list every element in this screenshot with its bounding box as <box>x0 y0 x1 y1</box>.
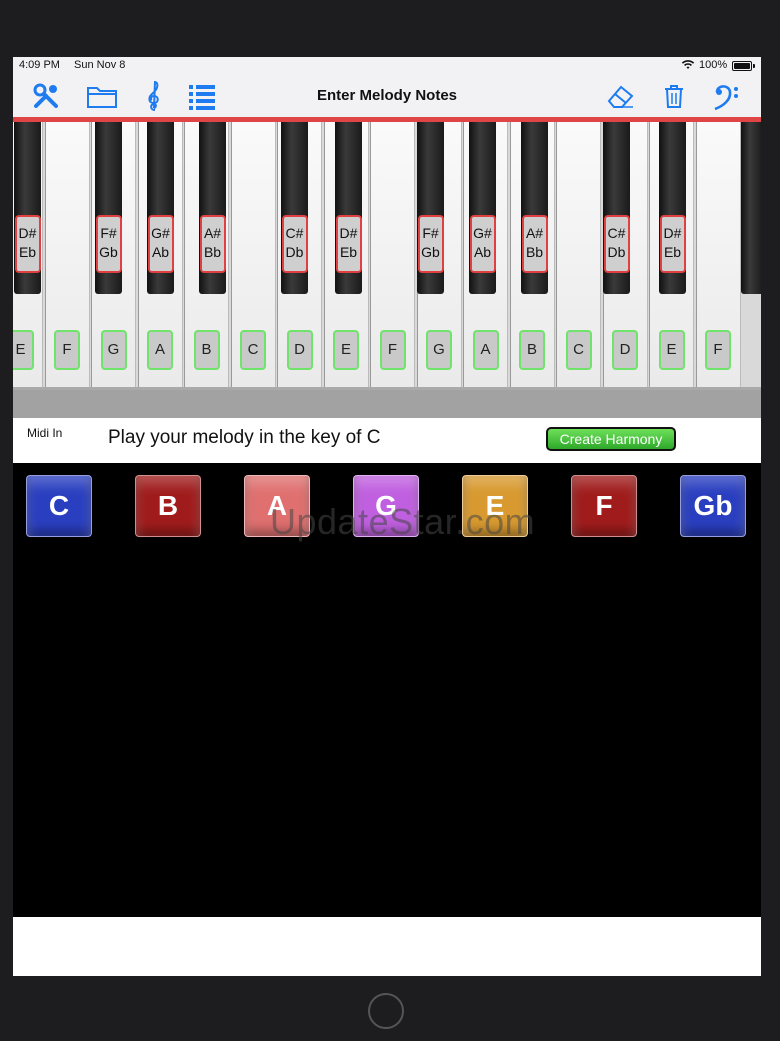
black-key-label: D# Eb <box>659 215 686 273</box>
page-title: Enter Melody Notes <box>316 87 458 104</box>
sharp-name: D# <box>18 225 37 241</box>
white-key[interactable]: F <box>44 122 90 387</box>
sharp-name: A# <box>203 225 222 241</box>
sharp-name: F# <box>422 225 439 241</box>
chord-button[interactable]: B <box>135 475 201 537</box>
flat-name: Db <box>285 244 304 260</box>
wifi-icon <box>681 59 695 73</box>
piano-base <box>13 390 761 418</box>
sharp-name: A# <box>525 225 544 241</box>
flat-name: Eb <box>18 244 37 260</box>
flat-name: Gb <box>421 244 440 260</box>
status-date: Sun Nov 8 <box>74 59 126 71</box>
sharp-name: G# <box>473 225 492 241</box>
flat-name: Eb <box>339 244 358 260</box>
battery-icon <box>732 61 755 71</box>
flat-name: Db <box>607 244 626 260</box>
black-key-label: G# Ab <box>469 215 496 273</box>
white-key-label: A <box>147 330 173 370</box>
white-key-label: A <box>472 330 499 370</box>
chord-button[interactable]: E <box>462 475 528 537</box>
black-key[interactable]: F# Gb <box>417 122 444 294</box>
black-key[interactable]: C# Db <box>281 122 308 294</box>
black-key[interactable]: G# Ab <box>469 122 496 294</box>
status-bar: 4:09 PM Sun Nov 8 100% <box>13 57 761 75</box>
sharp-name: F# <box>100 225 117 241</box>
sharp-name: C# <box>607 225 626 241</box>
black-key[interactable]: A# Bb <box>521 122 548 294</box>
flat-name: Bb <box>525 244 544 260</box>
white-key-label: E <box>13 330 34 370</box>
black-key[interactable]: F# Gb <box>95 122 122 294</box>
white-key-label: D <box>286 330 313 370</box>
bottom-panel <box>13 917 761 976</box>
white-key-label: B <box>193 330 220 370</box>
black-key[interactable]: G# Ab <box>147 122 174 294</box>
flat-name: Ab <box>151 244 170 260</box>
black-key[interactable]: A# Bb <box>199 122 226 294</box>
black-key[interactable]: C# Db <box>603 122 630 294</box>
chord-button[interactable]: A <box>244 475 310 537</box>
sharp-name: D# <box>339 225 358 241</box>
sharp-name: C# <box>285 225 304 241</box>
chord-button[interactable]: Gb <box>680 475 746 537</box>
key-prompt: Play your melody in the key of C <box>108 427 381 448</box>
black-key-label: D# Eb <box>335 215 362 273</box>
app-screen: 4:09 PM Sun Nov 8 100% Enter Melody Note… <box>13 57 761 976</box>
black-key[interactable]: D# Eb <box>659 122 686 294</box>
piano-keyboard: EFGABCDEFGABCDEF D# Eb F# Gb G# Ab A# Bb C# Db D# E… <box>13 122 761 390</box>
midi-in-label: Midi In <box>27 426 63 440</box>
chord-button[interactable]: G <box>353 475 419 537</box>
black-key[interactable]: D# Eb <box>14 122 41 294</box>
flat-name: Bb <box>203 244 222 260</box>
eraser-icon[interactable] <box>603 80 637 112</box>
sharp-name: D# <box>663 225 682 241</box>
white-key[interactable]: F <box>370 122 415 387</box>
black-key-label: C# Db <box>281 215 308 273</box>
chord-button[interactable]: C <box>26 475 92 537</box>
flat-name: Gb <box>99 244 118 260</box>
white-key-label: B <box>519 330 545 370</box>
black-key-label: D# Eb <box>14 215 41 273</box>
info-bar: Midi In Play your melody in the key of C… <box>13 418 761 463</box>
white-key-label: G <box>100 330 127 370</box>
white-key-label: C <box>240 330 266 370</box>
sharp-name: G# <box>151 225 170 241</box>
trash-icon[interactable] <box>657 80 691 112</box>
battery-percent: 100% <box>699 59 728 71</box>
chord-button[interactable]: F <box>571 475 637 537</box>
black-key-label: G# Ab <box>147 215 174 273</box>
status-time: 4:09 PM <box>19 59 60 71</box>
black-key-partial[interactable] <box>741 122 761 294</box>
black-key-label: F# Gb <box>95 215 122 273</box>
flat-name: Ab <box>473 244 492 260</box>
home-button[interactable] <box>368 993 404 1029</box>
black-key-label: F# Gb <box>417 215 444 273</box>
bass-clef-icon[interactable] <box>709 80 743 112</box>
black-key-label: C# Db <box>603 215 630 273</box>
white-key-label: F <box>705 330 731 370</box>
toolbar: Enter Melody Notes <box>13 75 761 117</box>
white-key[interactable]: C <box>556 122 601 387</box>
white-key[interactable]: C <box>230 122 276 387</box>
white-key-label: D <box>612 330 638 370</box>
black-key[interactable]: D# Eb <box>335 122 362 294</box>
black-key-label: A# Bb <box>199 215 226 273</box>
white-key-label: E <box>333 330 359 370</box>
white-key-label: G <box>426 330 452 370</box>
create-harmony-button[interactable]: Create Harmony <box>546 427 676 451</box>
white-key-label: E <box>658 330 685 370</box>
white-key-label: F <box>54 330 80 370</box>
flat-name: Eb <box>663 244 682 260</box>
white-key-label: F <box>379 330 406 370</box>
white-key[interactable]: F <box>695 122 741 387</box>
black-key-label: A# Bb <box>521 215 548 273</box>
white-key-label: C <box>565 330 592 370</box>
